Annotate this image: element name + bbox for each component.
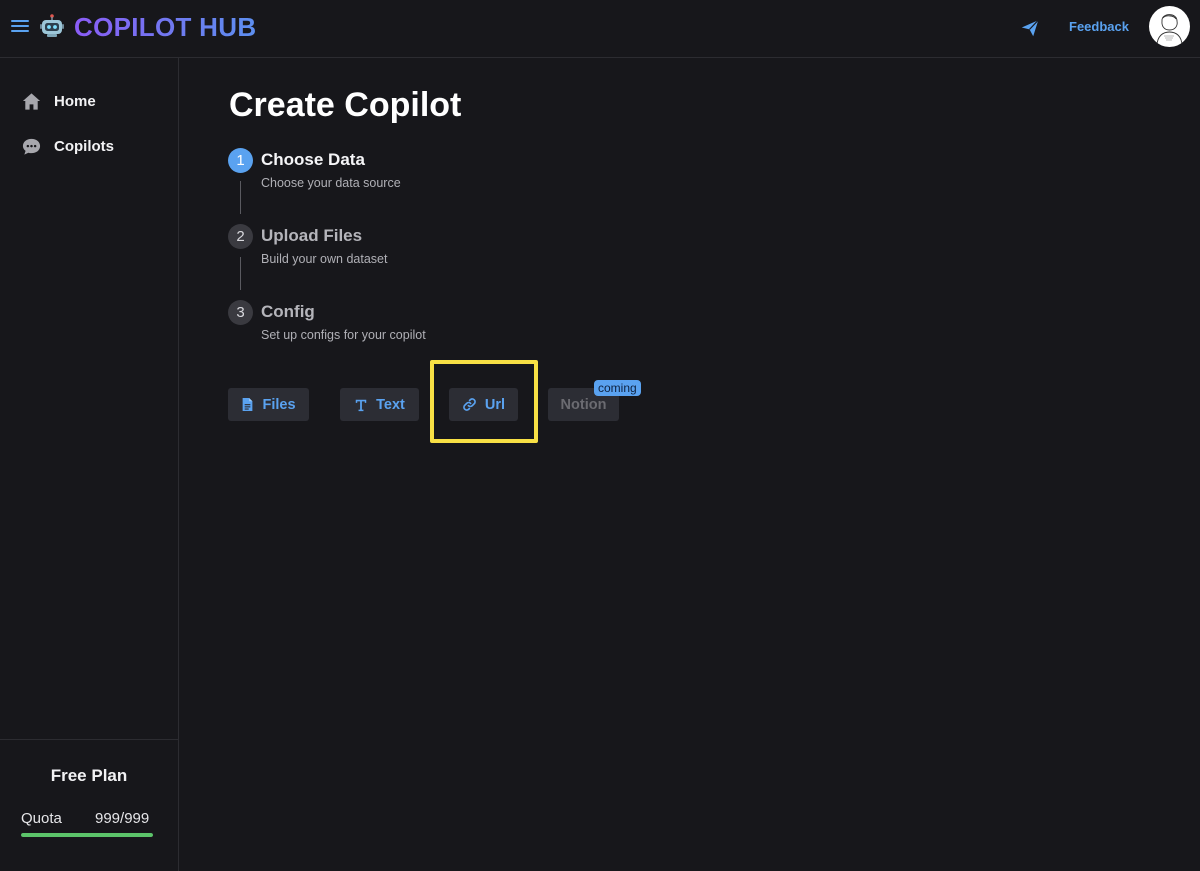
chat-bubble-icon: [20, 135, 42, 157]
step-title: Config: [261, 302, 315, 321]
feedback-link[interactable]: Feedback: [1069, 18, 1129, 36]
step-connector: [240, 181, 241, 214]
plan-title: Free Plan: [50, 766, 128, 785]
step-description: Set up configs for your copilot: [261, 328, 426, 342]
quota-label: Quota: [21, 810, 62, 827]
sidebar-item-label: Home: [54, 92, 96, 110]
text-source-button[interactable]: Text: [340, 388, 419, 421]
step-number: 3: [228, 300, 253, 325]
files-source-label: Files: [262, 396, 296, 413]
step-title: Choose Data: [261, 150, 365, 169]
text-icon: [355, 399, 367, 411]
coming-badge: coming: [594, 380, 641, 396]
step-title: Upload Files: [261, 226, 363, 245]
file-icon: [243, 398, 253, 411]
avatar-sketch-icon: [1156, 14, 1183, 47]
home-icon: [20, 90, 42, 112]
files-source-button[interactable]: Files: [228, 388, 309, 421]
url-source-label: Url: [484, 396, 506, 413]
divider: [0, 739, 178, 740]
step-number: 1: [228, 148, 253, 173]
sidebar-item-label: Copilots: [54, 137, 114, 155]
notion-source-label: Notion: [560, 396, 607, 413]
brand-title[interactable]: COPILOT HUB: [74, 10, 256, 44]
sidebar: Home Copilots Free Plan Quota 999/999: [0, 58, 179, 871]
link-icon: [463, 398, 476, 411]
quota-progress-fill: [21, 833, 153, 837]
menu-icon[interactable]: [11, 17, 29, 37]
sidebar-item-home[interactable]: Home: [20, 87, 170, 115]
send-icon[interactable]: [1019, 17, 1041, 39]
step-connector: [240, 257, 241, 290]
url-source-button[interactable]: Url: [449, 388, 518, 421]
step-number: 2: [228, 224, 253, 249]
quota-value: 999/999: [95, 810, 150, 827]
text-source-label: Text: [376, 396, 405, 413]
top-header: COPILOT HUB Feedback: [0, 0, 1200, 58]
robot-logo-icon: [40, 14, 64, 37]
step-description: Choose your data source: [261, 176, 401, 190]
quota-progress-bar: [21, 833, 153, 837]
user-avatar[interactable]: [1149, 6, 1190, 47]
step-description: Build your own dataset: [261, 252, 388, 266]
sidebar-item-copilots[interactable]: Copilots: [20, 132, 170, 160]
page-title: Create Copilot: [229, 86, 462, 124]
